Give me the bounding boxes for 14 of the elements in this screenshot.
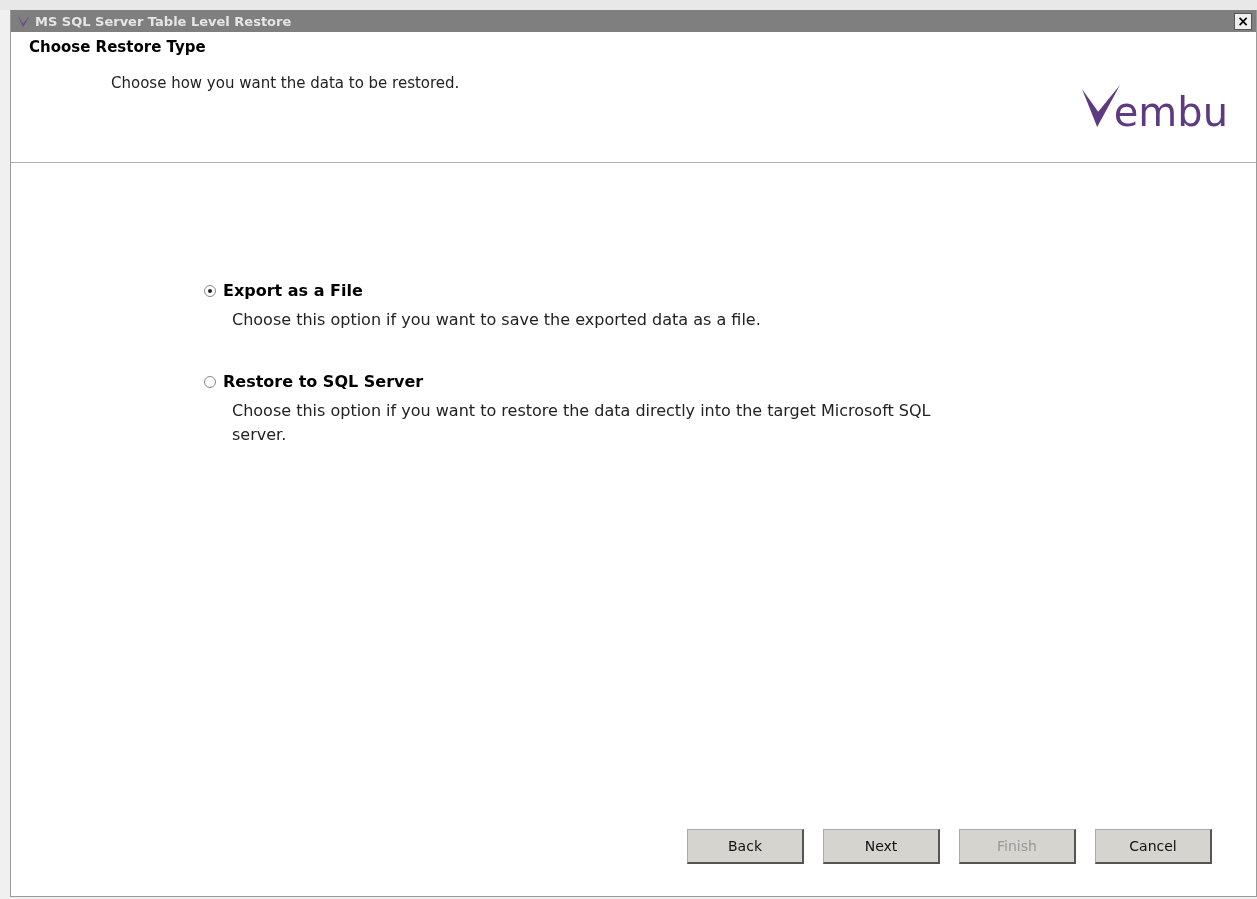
radio-button[interactable] [204,375,216,388]
window-title: MS SQL Server Table Level Restore [35,13,293,29]
option-description: Choose this option if you want to restore the data directly into the target Microsoft SQL server. [232,400,932,446]
page-subtitle: Choose how you want the data to be restored. [110,73,460,92]
radio-button[interactable] [204,284,216,297]
close-button[interactable]: × [1234,12,1252,30]
option-label[interactable]: Export as a File [223,281,363,300]
wizard-button[interactable]: Back [687,829,804,864]
option-description: Choose this option if you want to save the exported data as a file. [232,309,762,331]
option-label[interactable]: Restore to SQL Server [223,372,424,391]
logo-text: embu [1113,90,1228,134]
wizard-button[interactable]: Cancel [1095,829,1212,864]
wizard-button[interactable]: Next [823,829,940,864]
page-title: Choose Restore Type [28,37,207,56]
